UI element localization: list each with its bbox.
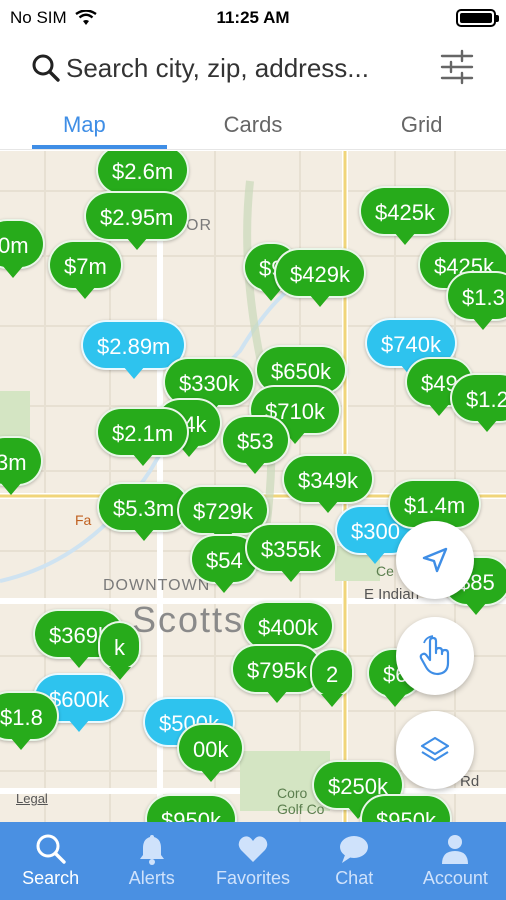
- nav-chat-label: Chat: [335, 868, 374, 888]
- view-tabs: Map Cards Grid: [0, 100, 506, 150]
- price-pin[interactable]: $1.3: [446, 271, 506, 330]
- map-label-ce: Ce: [376, 563, 394, 579]
- status-bar: No SIM 11:25 AM: [0, 0, 506, 36]
- draw-area-button[interactable]: [396, 617, 474, 695]
- nav-account[interactable]: Account: [405, 822, 506, 900]
- price-pin[interactable]: $53: [221, 415, 290, 474]
- nav-account-label: Account: [422, 868, 488, 888]
- price-pin[interactable]: $1.2: [450, 373, 506, 432]
- tab-cards[interactable]: Cards: [169, 100, 338, 149]
- price-pin[interactable]: $349k: [282, 454, 374, 513]
- layers-icon: [420, 736, 450, 762]
- battery-icon: [456, 9, 499, 27]
- price-pin[interactable]: $950k: [360, 794, 452, 822]
- price-pin[interactable]: $2.1m: [96, 407, 190, 466]
- map-label-downtown: DOWNTOWN: [103, 577, 211, 594]
- nav-favorites-label: Favorites: [215, 868, 291, 888]
- map-label-fa: Fa: [75, 512, 92, 528]
- legal-link[interactable]: Legal: [16, 791, 48, 806]
- nav-alerts-label: Alerts: [128, 868, 175, 888]
- clock: 11:25 AM: [216, 8, 290, 27]
- price-pin[interactable]: $2.6m: [96, 151, 190, 204]
- location-arrow-icon: [422, 547, 448, 573]
- nav-search-label: Search: [22, 868, 80, 888]
- filter-sliders-icon[interactable]: [438, 48, 476, 86]
- locate-button[interactable]: [396, 521, 474, 599]
- price-pin[interactable]: $355k: [245, 523, 337, 582]
- nav-search[interactable]: Search: [0, 822, 101, 900]
- search-bar: [0, 40, 506, 96]
- price-pin[interactable]: $7m: [48, 240, 123, 299]
- price-pin[interactable]: 2: [310, 648, 355, 707]
- nav-alerts[interactable]: Alerts: [101, 822, 202, 900]
- price-pin[interactable]: k: [98, 621, 141, 680]
- price-pin[interactable]: 00k: [177, 723, 245, 782]
- hand-pointer-icon: [419, 635, 450, 676]
- price-pin[interactable]: $950k: [145, 794, 237, 822]
- search-icon: [36, 834, 66, 864]
- heart-icon: [238, 836, 268, 862]
- price-pin[interactable]: $1.8: [0, 691, 59, 750]
- search-input[interactable]: [66, 48, 426, 88]
- price-pin[interactable]: $2.95m: [84, 191, 190, 250]
- map-label-or: OR: [186, 217, 212, 234]
- bell-icon: [139, 835, 164, 865]
- search-icon: [32, 54, 60, 82]
- map-view[interactable]: OR DOWNTOWN Scotts E Indian Coro Golf Co…: [0, 151, 506, 822]
- person-icon: [442, 835, 469, 864]
- nav-chat[interactable]: Chat: [304, 822, 405, 900]
- nav-favorites[interactable]: Favorites: [202, 822, 303, 900]
- tab-grid[interactable]: Grid: [337, 100, 506, 149]
- tab-map[interactable]: Map: [0, 100, 169, 149]
- bottom-navigation: Search Alerts Favorites Chat Account: [0, 822, 506, 900]
- price-pin[interactable]: $429k: [274, 248, 366, 307]
- price-pin[interactable]: $425k: [359, 186, 451, 245]
- chat-icon: [340, 836, 369, 863]
- map-layers-button[interactable]: [396, 711, 474, 789]
- map-label-city: Scotts: [132, 599, 245, 640]
